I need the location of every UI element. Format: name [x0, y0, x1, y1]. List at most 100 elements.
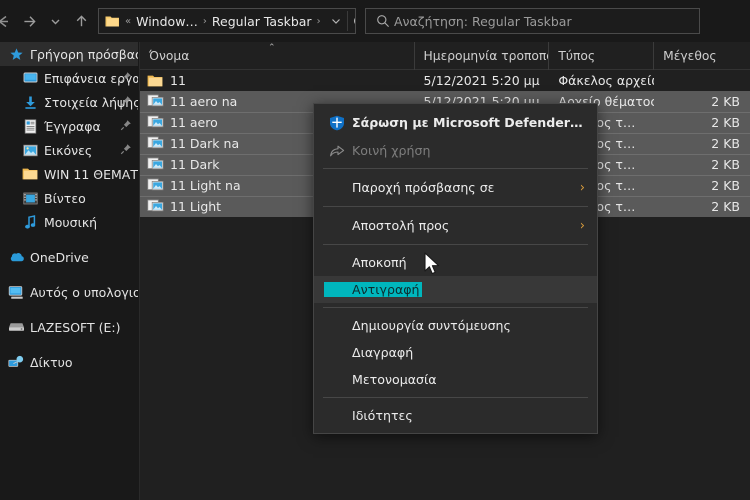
sidebar-item-pictures[interactable]: Εικόνες [0, 138, 138, 162]
column-header-label: Μέγεθος [663, 48, 717, 63]
sidebar-item-label: Γρήγορη πρόσβαση [30, 46, 138, 62]
file-name: 11 Light na [170, 178, 241, 193]
context-menu-item-delete[interactable]: Διαγραφή [314, 339, 597, 366]
sidebar-item-win11-themata[interactable]: WIN 11 ΘΕΜΑΤΑ [0, 162, 138, 186]
context-menu-item-send-to[interactable]: Αποστολή προς › [314, 211, 597, 240]
sidebar-item-this-pc[interactable]: Αυτός ο υπολογιστή [0, 280, 138, 304]
sidebar-item-videos[interactable]: Βίντεο [0, 186, 138, 210]
breadcrumb-separator-0: › [202, 15, 207, 27]
documents-icon [20, 117, 40, 135]
cell-size: 2 KB [711, 115, 740, 130]
refresh-icon[interactable] [348, 9, 355, 33]
share-icon [324, 143, 350, 158]
back-arrow-icon[interactable] [0, 8, 16, 34]
column-header-label: Όνομα [149, 48, 190, 63]
context-menu-item-label: Σάρωση με Microsoft Defender… [352, 115, 583, 130]
context-menu-item-rename[interactable]: Μετονομασία [314, 366, 597, 393]
sidebar-item-label: WIN 11 ΘΕΜΑΤΑ [44, 166, 138, 182]
sidebar-item-label: Αυτός ο υπολογιστή [30, 284, 138, 300]
address-bar[interactable]: « Window… › Regular Taskbar › [98, 8, 356, 34]
sidebar-item-label: Δίκτυο [30, 354, 73, 370]
context-menu-separator [323, 206, 588, 207]
context-menu-item-label: Κοινή χρήση [352, 143, 431, 158]
pictures-icon [20, 141, 40, 159]
context-menu-separator [323, 168, 588, 169]
context-menu-separator [323, 397, 588, 398]
file-name: 11 aero na [170, 94, 238, 109]
sidebar-item-label: LAZESOFT (E:) [30, 319, 121, 335]
column-headers: Όνομα ⌃ Ημερομηνία τροποποι… Τύπος Μέγεθ… [140, 41, 750, 70]
theme-file-icon [145, 198, 165, 215]
chevron-right-icon: › [579, 218, 585, 233]
column-header-name[interactable]: Όνομα ⌃ [140, 41, 415, 70]
address-dropdown-chevron-down-icon[interactable] [325, 9, 347, 33]
search-input[interactable]: Αναζήτηση: Regular Taskbar [394, 14, 572, 29]
column-header-size[interactable]: Μέγεθος [654, 42, 750, 70]
context-menu-item-label: Διαγραφή [352, 345, 414, 360]
search-box[interactable]: Αναζήτηση: Regular Taskbar [365, 8, 700, 34]
drive-icon [6, 318, 26, 336]
folder-icon [20, 165, 40, 183]
cell-name: 11 [140, 70, 415, 91]
cell-size: 2 KB [711, 157, 740, 172]
context-menu-item-copy[interactable]: Αντιγραφή [314, 276, 597, 303]
file-explorer-window: « Window… › Regular Taskbar › Αναζήτηση:… [0, 0, 750, 500]
cell-size: 2 KB [711, 94, 740, 109]
context-menu-item-create-shortcut[interactable]: Δημιουργία συντόμευσης [314, 312, 597, 339]
file-name: 11 [170, 73, 186, 88]
defender-shield-icon [324, 115, 350, 131]
this-pc-icon [6, 283, 26, 301]
theme-file-icon [145, 114, 165, 131]
sidebar-item-documents[interactable]: Έγγραφα [0, 114, 138, 138]
file-name: 11 Dark [170, 157, 220, 172]
theme-file-icon [145, 156, 165, 173]
onedrive-icon [6, 248, 26, 266]
context-menu-item-scan-with-defender[interactable]: Σάρωση με Microsoft Defender… [314, 108, 597, 137]
context-menu-separator [323, 307, 588, 308]
cell-size [654, 70, 750, 91]
sidebar-item-lazesoft-drive[interactable]: LAZESOFT (E:) [0, 315, 138, 339]
context-menu-item-give-access-to[interactable]: Παροχή πρόσβασης σε › [314, 173, 597, 202]
sidebar-item-label: Βίντεο [44, 190, 86, 206]
column-header-date-modified[interactable]: Ημερομηνία τροποποι… [415, 41, 550, 70]
cell-size: 2 KB [711, 178, 740, 193]
sidebar-item-network[interactable]: Δίκτυο [0, 350, 138, 374]
context-menu[interactable]: Σάρωση με Microsoft Defender… Κοινή χρήσ… [313, 103, 598, 434]
breadcrumb-overflow[interactable]: « [121, 16, 135, 27]
forward-arrow-icon[interactable] [16, 8, 42, 34]
table-row[interactable]: 11 5/12/2021 5:20 μμ Φάκελος αρχείων [140, 70, 750, 91]
context-menu-item-properties[interactable]: Ιδιότητες [314, 402, 597, 429]
breadcrumb-item-1[interactable]: Regular Taskbar [211, 14, 313, 29]
context-menu-separator [323, 244, 588, 245]
toolbar: « Window… › Regular Taskbar › Αναζήτηση:… [0, 0, 750, 42]
context-menu-item-label: Μετονομασία [352, 372, 437, 387]
navigation-pane[interactable]: Γρήγορη πρόσβαση Επιφάνεια εργασ Στοιχεί… [0, 42, 138, 500]
downloads-icon [20, 93, 40, 111]
breadcrumb-separator-1[interactable]: › [313, 16, 325, 27]
chevron-down-icon[interactable] [42, 8, 68, 34]
folder-icon [145, 72, 165, 89]
context-menu-item-label: Δημιουργία συντόμευσης [352, 318, 511, 333]
pin-icon [120, 71, 132, 83]
network-icon [6, 353, 26, 371]
column-header-type[interactable]: Τύπος [549, 41, 655, 70]
sort-ascending-caret-icon: ⌃ [268, 42, 276, 53]
breadcrumb-item-0[interactable]: Window… [135, 14, 199, 29]
sidebar-item-onedrive[interactable]: OneDrive [0, 245, 138, 269]
column-header-label: Ημερομηνία τροποποι… [423, 48, 549, 63]
column-header-label: Τύπος [558, 48, 596, 63]
sidebar-item-desktop[interactable]: Επιφάνεια εργασ [0, 66, 138, 90]
context-menu-item-label: Αντιγραφή [324, 282, 422, 297]
context-menu-item-label: Αποστολή προς [352, 218, 450, 233]
up-arrow-icon[interactable] [68, 8, 94, 34]
sidebar-item-music[interactable]: Μουσική [0, 210, 138, 234]
sidebar-item-downloads[interactable]: Στοιχεία λήψης [0, 90, 138, 114]
chevron-right-icon: › [579, 180, 585, 195]
folder-icon [103, 12, 121, 30]
pin-icon [120, 95, 132, 107]
sidebar-item-quick-access[interactable]: Γρήγορη πρόσβαση [0, 42, 138, 66]
context-menu-item-cut[interactable]: Αποκοπή [314, 249, 597, 276]
